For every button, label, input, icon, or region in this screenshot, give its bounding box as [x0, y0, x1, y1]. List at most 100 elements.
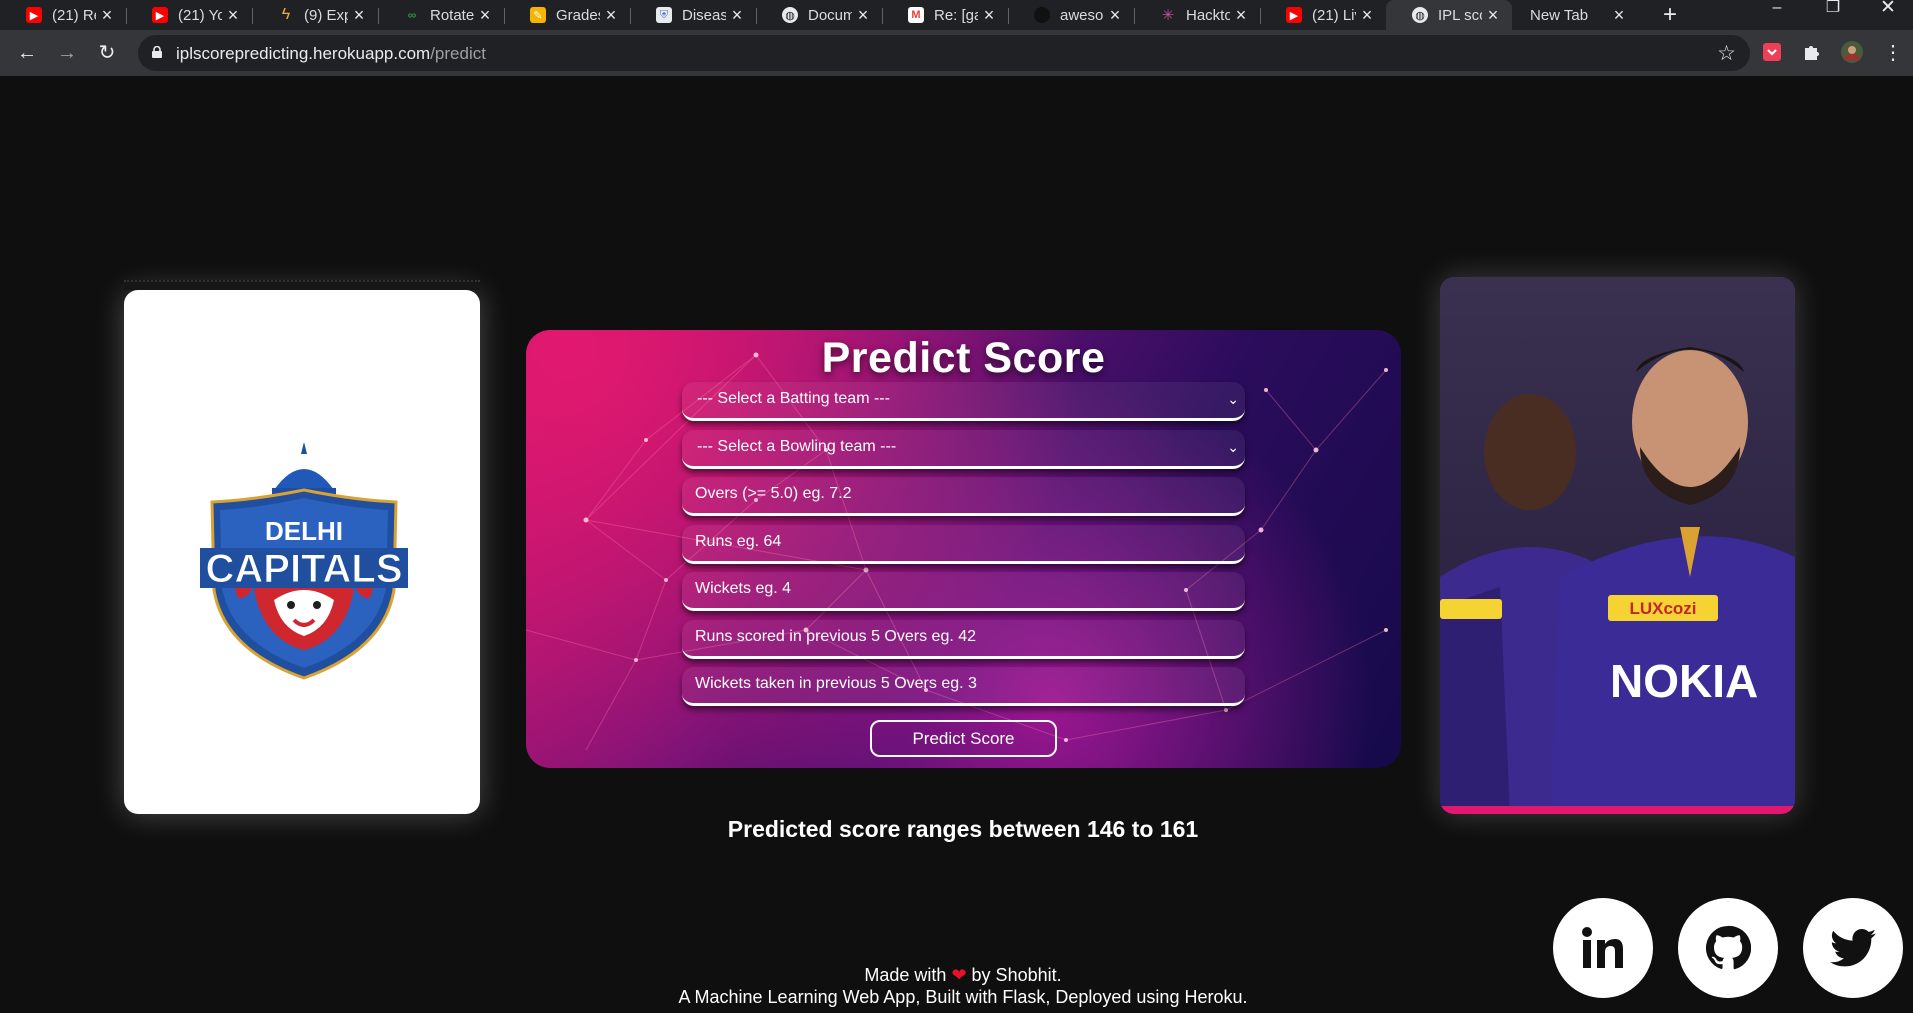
close-icon[interactable]: ×	[1104, 5, 1126, 26]
runs-last5-input[interactable]: Runs scored in previous 5 Overs eg. 42	[682, 620, 1245, 659]
prediction-result: Predicted score ranges between 146 to 16…	[727, 816, 1199, 842]
linkedin-icon	[1582, 927, 1623, 968]
address-bar[interactable]: iplscorepredicting.herokuapp.com/predict…	[138, 35, 1750, 71]
tab-title: aweso	[1060, 6, 1104, 24]
tab-12[interactable]: New Tab ×	[1512, 0, 1638, 30]
wickets-last5-input[interactable]: Wickets taken in previous 5 Overs eg. 3	[682, 667, 1245, 706]
close-icon[interactable]: ×	[1608, 5, 1630, 26]
tab-title: (21) Liv	[1312, 6, 1356, 24]
wickets-last5-placeholder: Wickets taken in previous 5 Overs eg. 3	[695, 675, 977, 692]
minimize-button[interactable]: –	[1752, 0, 1802, 30]
close-icon[interactable]: ×	[600, 5, 622, 26]
chevron-down-icon: ⌄	[1227, 391, 1239, 407]
youtube-icon: ▶	[152, 7, 168, 23]
extensions-puzzle-icon[interactable]	[1800, 40, 1824, 64]
restore-button[interactable]: ❐	[1808, 0, 1858, 30]
sponsor-text: LUXcozi	[1629, 599, 1696, 618]
logo-line2: CAPITALS	[205, 547, 402, 591]
hacktoberfest-icon: ✳	[1161, 7, 1175, 24]
bowling-team-selected: --- Select a Bowling team ---	[697, 438, 897, 455]
twitter-button[interactable]	[1803, 898, 1903, 998]
tab-title: New Tab	[1530, 6, 1589, 24]
pencil-icon: ✎	[530, 7, 546, 23]
overs-input[interactable]: Overs (>= 5.0) eg. 7.2	[682, 477, 1245, 516]
close-window-button[interactable]: ✕	[1863, 0, 1913, 30]
gfg-icon: ∞	[407, 8, 417, 22]
made-with-text: Made with	[864, 965, 947, 985]
close-icon[interactable]: ×	[96, 5, 118, 26]
tab-title: (9) Exp	[304, 6, 348, 24]
bowling-team-select[interactable]: --- Select a Bowling team --- ⌄	[682, 430, 1245, 469]
close-icon[interactable]: ×	[852, 5, 874, 26]
page: DELHI CAPITALS Predict Score --- Select …	[0, 76, 1913, 1013]
tab-4[interactable]: ✎ Grades ×	[504, 0, 630, 30]
close-icon[interactable]: ×	[222, 5, 244, 26]
youtube-icon: ▶	[1286, 7, 1302, 23]
author-text: by Shobhit.	[971, 965, 1062, 985]
tab-title: Hackto	[1186, 6, 1230, 24]
url-text: iplscorepredicting.herokuapp.com/predict	[176, 44, 486, 64]
reload-button[interactable]: ↻	[92, 38, 122, 68]
tab-title: Rotate	[430, 6, 474, 24]
bookmark-star-icon[interactable]: ☆	[1717, 41, 1736, 66]
linkedin-button[interactable]	[1553, 898, 1653, 998]
tab-title: (21) Re	[52, 6, 96, 24]
wickets-placeholder: Wickets eg. 4	[695, 580, 792, 597]
close-icon[interactable]: ×	[726, 5, 748, 26]
delhi-capitals-logo: DELHI CAPITALS	[200, 442, 408, 680]
tab-title: IPL sco	[1438, 6, 1482, 24]
predict-form-panel: Predict Score --- Select a Batting team …	[526, 330, 1401, 768]
pocket-extension-icon[interactable]	[1760, 40, 1784, 64]
batting-team-select[interactable]: --- Select a Batting team --- ⌄	[682, 382, 1245, 421]
tab-10[interactable]: ▶ (21) Liv ×	[1260, 0, 1386, 30]
tab-7[interactable]: M Re: [ga ×	[882, 0, 1008, 30]
tab-strip: ▶ (21) Re × ▶ (21) Yo × ϟ (9) Exp × ∞ Ro…	[0, 0, 1913, 30]
runs-input[interactable]: Runs eg. 64	[682, 525, 1245, 564]
close-icon[interactable]: ×	[978, 5, 1000, 26]
close-icon[interactable]: ×	[1356, 5, 1378, 26]
runs-placeholder: Runs eg. 64	[695, 533, 782, 550]
tab-3[interactable]: ∞ Rotate ×	[378, 0, 504, 30]
tab-2[interactable]: ϟ (9) Exp ×	[252, 0, 378, 30]
players-image-card: LUXcozi NOKIA	[1440, 277, 1795, 814]
github-button[interactable]	[1678, 898, 1778, 998]
globe-icon: ◍	[1412, 7, 1428, 23]
youtube-icon: ▶	[26, 7, 42, 23]
bolt-icon: ϟ	[281, 6, 291, 23]
browser-menu-button[interactable]: ⋮	[1878, 38, 1908, 68]
close-icon[interactable]: ×	[474, 5, 496, 26]
browser-toolbar: ← → ↻ iplscorepredicting.herokuapp.com/p…	[0, 30, 1913, 76]
tab-11-active[interactable]: ◍ IPL sco ×	[1386, 0, 1512, 30]
card-top-strip	[124, 280, 480, 290]
tab-title: Grades	[556, 6, 600, 24]
forward-button[interactable]: →	[52, 38, 82, 68]
globe-icon: ◍	[782, 7, 798, 23]
tab-title: Docum	[808, 6, 852, 24]
tab-title: Diseas	[682, 6, 726, 24]
profile-avatar[interactable]	[1840, 40, 1864, 64]
close-icon[interactable]: ×	[1482, 5, 1504, 26]
tab-0[interactable]: ▶ (21) Re ×	[0, 0, 126, 30]
close-icon[interactable]: ×	[348, 5, 370, 26]
players-photo: LUXcozi NOKIA	[1440, 277, 1795, 814]
close-icon[interactable]: ×	[1230, 5, 1252, 26]
jersey-text: NOKIA	[1610, 655, 1758, 707]
tab-9[interactable]: ✳ Hackto ×	[1134, 0, 1260, 30]
form-title: Predict Score	[821, 334, 1106, 382]
new-tab-button[interactable]: +	[1655, 0, 1685, 30]
overs-placeholder: Overs (>= 5.0) eg. 7.2	[695, 485, 852, 502]
card-accent-bar	[1440, 806, 1795, 814]
predict-score-button[interactable]: Predict Score	[870, 720, 1057, 757]
url-path: /predict	[430, 44, 486, 63]
twitter-icon	[1830, 929, 1876, 967]
tab-8[interactable]: aweso ×	[1008, 0, 1134, 30]
batting-team-selected: --- Select a Batting team ---	[697, 390, 890, 407]
runs-last5-placeholder: Runs scored in previous 5 Overs eg. 42	[695, 628, 977, 645]
tab-5[interactable]: ⛨ Diseas ×	[630, 0, 756, 30]
tab-6[interactable]: ◍ Docum ×	[756, 0, 882, 30]
url-host: iplscorepredicting.herokuapp.com	[176, 44, 431, 63]
heart-icon: ❤	[951, 965, 967, 985]
tab-1[interactable]: ▶ (21) Yo ×	[126, 0, 252, 30]
back-button[interactable]: ←	[12, 38, 42, 68]
wickets-input[interactable]: Wickets eg. 4	[682, 572, 1245, 611]
